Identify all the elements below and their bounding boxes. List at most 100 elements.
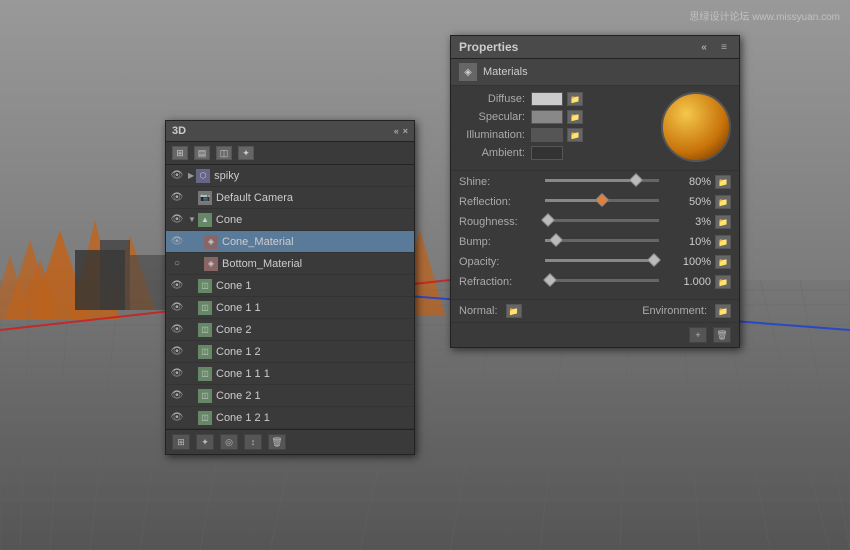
reflection-slider[interactable] [545, 199, 659, 206]
materials-tab-icon: ◈ [459, 63, 477, 81]
opacity-file-btn[interactable]: 📁 [715, 255, 731, 269]
layer-item-bottom-material[interactable]: ○ ◈ Bottom_Material [166, 253, 414, 275]
opacity-thumb[interactable] [647, 252, 661, 266]
specular-label: Specular: [459, 111, 531, 123]
toolbar-table-icon[interactable]: ▤ [194, 146, 210, 160]
normal-label: Normal: [459, 305, 498, 317]
panel-footer: + 🗑 [451, 322, 739, 347]
prop-row-roughness: Roughness: 3% 📁 [459, 215, 731, 229]
eye-icon-spiky[interactable]: 👁 [170, 169, 184, 183]
layer-item-cone121[interactable]: 👁 ◫ Cone 1 2 1 [166, 407, 414, 429]
opacity-track [545, 259, 659, 262]
reflection-thumb[interactable] [595, 192, 609, 206]
layer-item-spiky[interactable]: 👁 ▶ ⬡ spiky [166, 165, 414, 187]
layer-item-cone2[interactable]: 👁 ◫ Cone 2 [166, 319, 414, 341]
roughness-track [545, 219, 659, 222]
materials-tab[interactable]: ◈ Materials [451, 59, 739, 86]
properties-title: Properties [459, 40, 518, 54]
shine-slider[interactable] [545, 179, 659, 186]
reflection-fill [545, 199, 602, 202]
diffuse-swatch[interactable] [531, 92, 563, 106]
opacity-fill [545, 259, 659, 262]
eye-icon-bottom-material[interactable]: ○ [170, 257, 184, 271]
properties-menu-icon[interactable]: ≡ [717, 40, 731, 54]
layer-name-spiky: spiky [214, 170, 239, 182]
normal-file-btn[interactable]: 📁 [506, 304, 522, 318]
illumination-file-btn[interactable]: 📁 [567, 128, 583, 142]
illumination-swatch[interactable] [531, 128, 563, 142]
mat-row-ambient: Ambient: [459, 146, 653, 160]
toolbar-camera-icon[interactable]: ◫ [216, 146, 232, 160]
layer-item-cone111[interactable]: 👁 ◫ Cone 1 1 1 [166, 363, 414, 385]
3d-bottom-target-btn[interactable]: ◎ [220, 434, 238, 450]
diffuse-label: Diffuse: [459, 93, 531, 105]
layer-name-cone1: Cone 1 [216, 280, 251, 292]
layer-item-cone12[interactable]: 👁 ◫ Cone 1 2 [166, 341, 414, 363]
delete-material-btn[interactable]: 🗑 [713, 327, 731, 343]
eye-icon-cone121[interactable]: 👁 [170, 411, 184, 425]
eye-icon-cone12[interactable]: 👁 [170, 345, 184, 359]
specular-file-btn[interactable]: 📁 [567, 110, 583, 124]
reflection-value: 50% [665, 196, 715, 208]
bump-slider[interactable] [545, 239, 659, 246]
eye-icon-cone111[interactable]: 👁 [170, 367, 184, 381]
mat-row-specular: Specular: 📁 [459, 110, 653, 124]
toolbar-grid-icon[interactable]: ⊞ [172, 146, 188, 160]
panel-3d-toolbar: ⊞ ▤ ◫ ✦ [166, 142, 414, 165]
expand-cone[interactable]: ▼ [188, 215, 196, 224]
new-material-btn[interactable]: + [689, 327, 707, 343]
reflection-file-btn[interactable]: 📁 [715, 195, 731, 209]
eye-icon-cone[interactable]: 👁 [170, 213, 184, 227]
refraction-thumb[interactable] [543, 272, 557, 286]
ambient-swatch[interactable] [531, 146, 563, 160]
environment-file-btn[interactable]: 📁 [715, 304, 731, 318]
layer-name-camera: Default Camera [216, 192, 293, 204]
opacity-label: Opacity: [459, 256, 539, 268]
eye-icon-cone21[interactable]: 👁 [170, 389, 184, 403]
bump-file-btn[interactable]: 📁 [715, 235, 731, 249]
shine-fill [545, 179, 636, 182]
eye-icon-cone-material[interactable]: 👁 [170, 235, 184, 249]
bump-label: Bump: [459, 236, 539, 248]
panel-3d-header: 3D « × [166, 121, 414, 142]
toolbar-light-icon[interactable]: ✦ [238, 146, 254, 160]
3d-bottom-move-btn[interactable]: ↕ [244, 434, 262, 450]
roughness-thumb[interactable] [541, 212, 555, 226]
eye-icon-camera[interactable]: 👁 [170, 191, 184, 205]
layer-icon-cone2: ◫ [198, 323, 212, 337]
layer-item-cone1[interactable]: 👁 ◫ Cone 1 [166, 275, 414, 297]
layer-item-cone11[interactable]: 👁 ◫ Cone 1 1 [166, 297, 414, 319]
normal-row: Normal: 📁 [459, 304, 522, 318]
3d-bottom-trash-btn[interactable]: 🗑 [268, 434, 286, 450]
eye-icon-cone11[interactable]: 👁 [170, 301, 184, 315]
panel-3d-close-icon[interactable]: × [403, 126, 408, 136]
roughness-file-btn[interactable]: 📁 [715, 215, 731, 229]
layer-item-cone-material[interactable]: 👁 ◈ Cone_Material [166, 231, 414, 253]
panel-3d-collapse-icon[interactable]: « [394, 126, 399, 136]
diffuse-file-btn[interactable]: 📁 [567, 92, 583, 106]
ambient-label: Ambient: [459, 147, 531, 159]
opacity-slider[interactable] [545, 259, 659, 266]
shine-file-btn[interactable]: 📁 [715, 175, 731, 189]
expand-spiky[interactable]: ▶ [188, 171, 194, 180]
layer-item-cone21[interactable]: 👁 ◫ Cone 2 1 [166, 385, 414, 407]
layer-item-cone[interactable]: 👁 ▼ ▲ Cone [166, 209, 414, 231]
specular-swatch[interactable] [531, 110, 563, 124]
properties-collapse-icon[interactable]: « [697, 40, 711, 54]
layer-icon-spiky: ⬡ [196, 169, 210, 183]
eye-icon-cone2[interactable]: 👁 [170, 323, 184, 337]
refraction-slider[interactable] [545, 279, 659, 286]
eye-icon-cone1[interactable]: 👁 [170, 279, 184, 293]
3d-bottom-light-btn[interactable]: ✦ [196, 434, 214, 450]
panel-properties: Properties « ≡ ◈ Materials Diffuse: 📁 Sp… [450, 35, 740, 348]
opacity-value: 100% [665, 256, 715, 268]
layer-item-camera[interactable]: 👁 📷 Default Camera [166, 187, 414, 209]
shine-thumb[interactable] [629, 172, 643, 186]
layer-icon-cone121: ◫ [198, 411, 212, 425]
refraction-file-btn[interactable]: 📁 [715, 275, 731, 289]
bump-value: 10% [665, 236, 715, 248]
bump-thumb[interactable] [549, 232, 563, 246]
layer-name-cone2: Cone 2 [216, 324, 251, 336]
3d-bottom-grid-btn[interactable]: ⊞ [172, 434, 190, 450]
roughness-slider[interactable] [545, 219, 659, 226]
